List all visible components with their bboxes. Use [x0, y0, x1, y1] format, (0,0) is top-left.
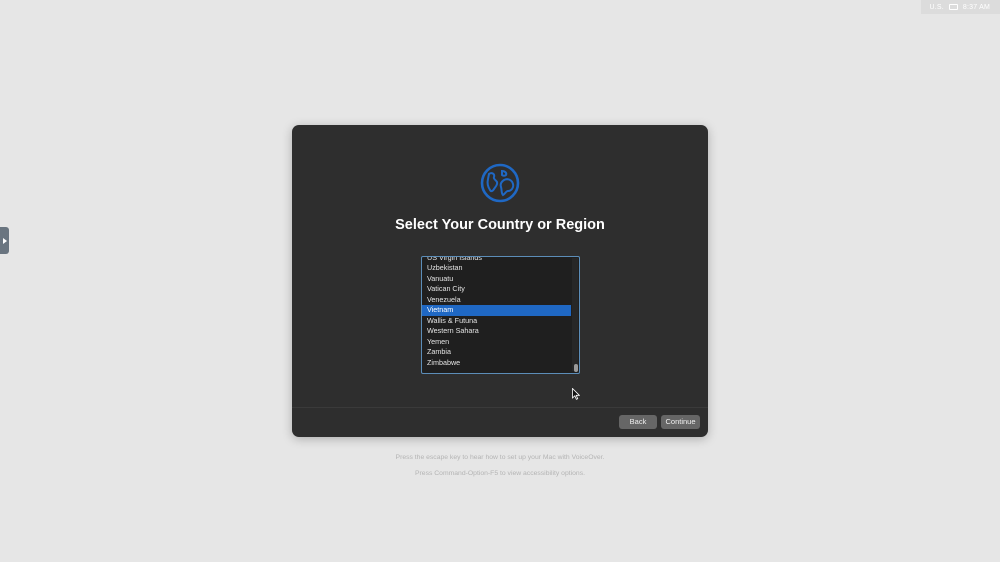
voiceover-hint: Press the escape key to hear how to set … — [395, 454, 605, 461]
country-list[interactable]: US Virgin Islands Uzbekistan Vanuatu Vatica… — [421, 256, 580, 374]
continue-button[interactable]: Continue — [661, 415, 700, 429]
country-list-item[interactable]: Wallis & Futuna — [422, 316, 571, 327]
keyboard-icon[interactable] — [948, 4, 958, 10]
chevron-right-icon — [2, 237, 7, 244]
clock: 8:37 AM — [962, 3, 990, 11]
country-list-item[interactable]: Zambia — [422, 347, 571, 358]
side-panel-tab[interactable] — [0, 227, 9, 254]
dialog-title: Select Your Country or Region — [395, 217, 605, 233]
country-list-item[interactable]: Vatican City — [422, 284, 571, 295]
country-list-items: US Virgin Islands Uzbekistan Vanuatu Vatica… — [422, 257, 571, 369]
back-button[interactable]: Back — [619, 415, 657, 429]
country-list-item[interactable]: Yemen — [422, 337, 571, 348]
footer-divider — [292, 407, 708, 408]
input-source-label[interactable]: U.S. — [929, 4, 943, 11]
country-list-item[interactable]: Vanuatu — [422, 274, 571, 285]
country-list-item[interactable]: Vietnam — [422, 305, 571, 316]
country-list-item[interactable]: Uzbekistan — [422, 263, 571, 274]
setup-dialog: Select Your Country or Region US Virgin … — [292, 125, 708, 437]
scrollbar-track[interactable] — [572, 258, 578, 371]
country-list-item[interactable]: US Virgin Islands — [422, 257, 571, 263]
globe-icon — [480, 163, 520, 203]
mouse-cursor-icon — [572, 388, 580, 400]
scrollbar-thumb[interactable] — [574, 364, 578, 372]
country-list-item[interactable]: Venezuela — [422, 295, 571, 306]
country-list-item[interactable]: Zimbabwe — [422, 358, 571, 369]
accessibility-hint: Press Command-Option-F5 to view accessib… — [415, 470, 585, 477]
menubar-status: U.S. 8:37 AM — [921, 0, 1000, 14]
country-list-item[interactable]: Western Sahara — [422, 326, 571, 337]
